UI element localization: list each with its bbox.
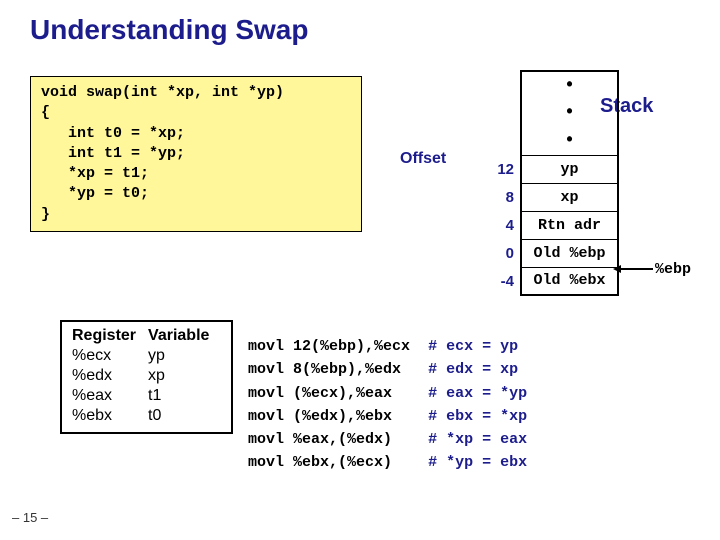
asm-line: movl 12(%ebp),%ecx # ecx = yp (248, 338, 518, 355)
register-table: Register Variable %ecxyp %edxxp %eaxt1 %… (60, 320, 233, 434)
stack-cell: Old %ebp (521, 239, 618, 267)
reg-header-register: Register (72, 326, 148, 346)
ebp-label: %ebp (655, 261, 691, 278)
page-title: Understanding Swap (0, 0, 720, 46)
stack-cell: yp (521, 155, 618, 183)
reg-header-variable: Variable (148, 326, 221, 346)
stack-offset: 4 (478, 211, 521, 239)
reg-cell: t0 (148, 406, 221, 426)
stack-offset (478, 99, 521, 127)
reg-cell: %ecx (72, 346, 148, 366)
stack-offset (478, 127, 521, 155)
stack-cell: • (521, 99, 618, 127)
ebp-arrow (619, 268, 653, 270)
stack-offset: -4 (478, 267, 521, 295)
reg-cell: t1 (148, 386, 221, 406)
stack-cell: • (521, 127, 618, 155)
slide-number: – 15 – (12, 510, 48, 525)
offset-label: Offset (400, 150, 446, 168)
code-box: void swap(int *xp, int *yp) { int t0 = *… (30, 76, 362, 232)
stack-offset: 0 (478, 239, 521, 267)
asm-line: movl (%edx),%ebx # ebx = *xp (248, 408, 527, 425)
reg-cell: %ebx (72, 406, 148, 426)
stack-cell: • (521, 71, 618, 99)
asm-line: movl (%ecx),%eax # eax = *yp (248, 385, 527, 402)
asm-line: movl %ebx,(%ecx) # *yp = ebx (248, 454, 527, 471)
reg-cell: %edx (72, 366, 148, 386)
stack-offset: 12 (478, 155, 521, 183)
reg-cell: xp (148, 366, 221, 386)
stack-offset: 8 (478, 183, 521, 211)
stack-cell: Rtn adr (521, 211, 618, 239)
reg-cell: yp (148, 346, 221, 366)
reg-cell: %eax (72, 386, 148, 406)
stack-diagram: • • • 12yp 8xp 4Rtn adr 0Old %ebp -4Old … (478, 70, 619, 296)
asm-line: movl 8(%ebp),%edx # edx = xp (248, 361, 518, 378)
asm-line: movl %eax,(%edx) # *xp = eax (248, 431, 527, 448)
assembly-listing: movl 12(%ebp),%ecx # ecx = yp movl 8(%eb… (248, 335, 527, 475)
stack-cell: Old %ebx (521, 267, 618, 295)
stack-offset (478, 71, 521, 99)
stack-cell: xp (521, 183, 618, 211)
